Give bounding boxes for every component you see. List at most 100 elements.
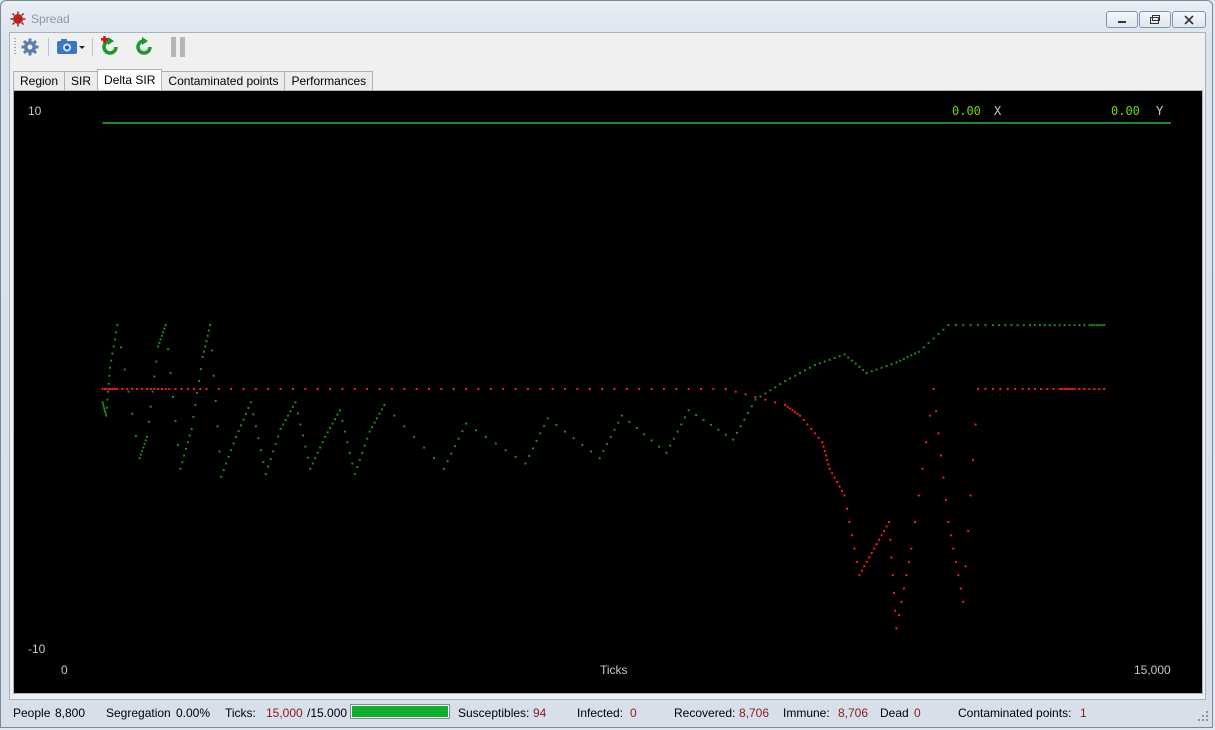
recovered-point: [1098, 324, 1101, 327]
minimize-button[interactable]: [1106, 11, 1138, 28]
restore-icon: [1150, 14, 1160, 24]
infected-point: [845, 507, 848, 510]
tab-delta-sir[interactable]: Delta SIR: [97, 69, 163, 90]
dead-label: Dead: [880, 706, 909, 720]
title-bar[interactable]: Spread: [1, 1, 1212, 31]
recovered-point: [606, 442, 609, 445]
recovered-point: [164, 324, 167, 327]
recovered-point: [108, 366, 111, 369]
recovered-point: [1048, 324, 1051, 327]
recovered-point: [984, 324, 987, 327]
recovered-point: [227, 455, 230, 458]
recovered-point: [747, 411, 750, 414]
recovered-point: [230, 449, 233, 452]
recovered-point: [403, 425, 406, 428]
recovered-point: [144, 439, 147, 442]
tab-sir[interactable]: SIR: [64, 71, 99, 90]
recovered-point: [858, 365, 861, 368]
infected-point: [937, 432, 940, 435]
infected-point: [875, 543, 878, 546]
infected-point: [831, 472, 834, 475]
recovered-point: [847, 356, 850, 359]
delta-sir-chart[interactable]: 10 -10 0 15,000 Ticks 0.00 X 0.00 Y: [13, 90, 1203, 694]
refresh-button[interactable]: [132, 36, 156, 58]
recovered-point: [235, 435, 238, 438]
infected-point: [833, 476, 836, 479]
infected-point: [957, 574, 960, 577]
restart-button[interactable]: [98, 36, 122, 58]
infected-point: [146, 388, 149, 390]
screenshot-button[interactable]: [54, 36, 88, 58]
recovered-point: [818, 362, 821, 365]
recovered-point: [613, 428, 616, 431]
app-window: Spread Region SIR Delta SIR Contaminated…: [0, 0, 1213, 728]
toolbar: [10, 33, 1205, 61]
recovered-point: [854, 362, 857, 365]
recovered-point: [242, 418, 245, 421]
recovered-point: [650, 439, 653, 442]
recovered-point: [158, 341, 161, 344]
recovered-point: [159, 338, 162, 341]
tab-performances[interactable]: Performances: [284, 71, 374, 90]
infected-point: [889, 538, 892, 541]
recovered-point: [838, 355, 841, 358]
y-tick-label-max: 10: [28, 104, 42, 118]
recovered-point: [555, 423, 558, 426]
recovered-point: [885, 364, 888, 367]
recovered-point: [539, 432, 542, 435]
infected-point: [764, 398, 767, 401]
recovered-point: [157, 345, 160, 348]
infected-point: [853, 547, 856, 550]
settings-button[interactable]: [18, 36, 42, 58]
close-icon: [1184, 14, 1194, 25]
recovered-point: [311, 462, 314, 465]
immune-label: Immune:: [783, 706, 830, 720]
recovered-point: [717, 428, 720, 431]
pause-button[interactable]: [166, 36, 190, 58]
recovered-point: [134, 434, 137, 437]
recovered-point: [735, 431, 738, 434]
recovered-point: [277, 435, 280, 438]
chart-canvas[interactable]: 10 -10 0 15,000 Ticks 0.00 X 0.00 Y: [14, 91, 1202, 693]
recovered-point: [183, 454, 186, 457]
infected-point: [794, 411, 797, 414]
recovered-point: [1078, 324, 1081, 327]
recovered-point: [237, 430, 240, 433]
recovered-point: [828, 358, 831, 361]
recovered-point: [954, 324, 957, 327]
recovered-point: [643, 433, 646, 436]
minimize-icon: [1118, 20, 1126, 23]
cursor-x-value: 0.00: [952, 104, 981, 118]
tab-contaminated-points[interactable]: Contaminated points: [161, 71, 286, 90]
restore-button[interactable]: [1139, 11, 1171, 28]
recovered-point: [111, 352, 114, 355]
recovered-point: [346, 441, 349, 444]
recovered-point: [353, 473, 356, 476]
resize-grip-icon[interactable]: [1198, 711, 1208, 721]
infected-point: [828, 467, 831, 470]
toolbar-grip[interactable]: [14, 38, 16, 56]
recovered-point: [143, 442, 146, 445]
cursor-y-value: 0.00: [1111, 104, 1140, 118]
infected-point: [601, 388, 604, 390]
infected-point: [813, 432, 816, 435]
y-tick-label-min: -10: [28, 642, 46, 656]
recovered-point: [138, 457, 141, 460]
infected-point: [962, 600, 965, 603]
recovered-point: [628, 420, 631, 423]
cursor-x-label: X: [994, 104, 1002, 118]
infected-point: [316, 388, 319, 390]
segregation-value: 0.00%: [176, 706, 211, 720]
recovered-point: [572, 437, 575, 440]
tab-region[interactable]: Region: [13, 71, 66, 90]
recovered-point: [754, 398, 757, 401]
infected-point: [977, 388, 980, 390]
infected-point: [329, 388, 332, 390]
recovered-point: [1093, 324, 1096, 327]
infected-point: [964, 565, 967, 568]
recovered-point: [1016, 324, 1019, 327]
recovered-point: [799, 372, 801, 375]
recovered-point: [546, 417, 549, 420]
close-button[interactable]: [1172, 11, 1206, 28]
infected-point: [291, 388, 294, 390]
